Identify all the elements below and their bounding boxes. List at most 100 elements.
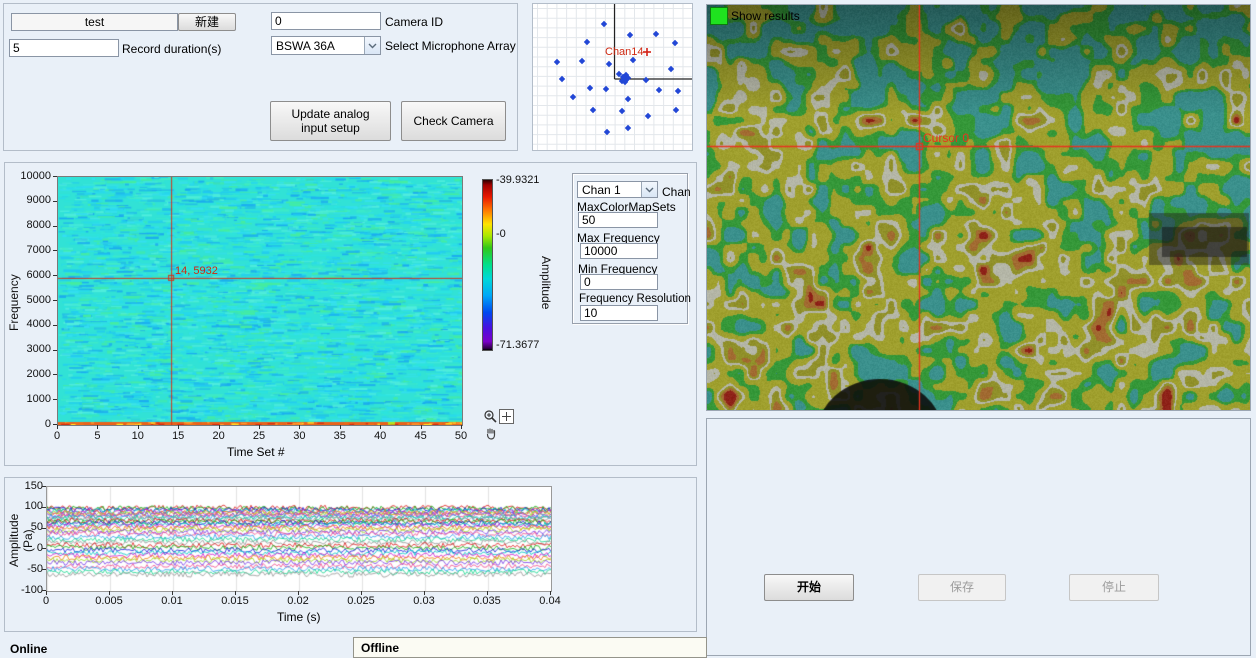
waveform-panel: Amplitude (Pa) Time (s) 150100500-50-100… (4, 477, 697, 632)
camera-cursor-label: Cursor 0 (923, 131, 969, 145)
waveform-plot[interactable] (46, 486, 552, 592)
spectrogram-x-tick: 40 (368, 430, 392, 442)
spectrogram-y-tick: 1000 (15, 393, 51, 405)
start-button[interactable]: 开始 (764, 574, 854, 601)
tick-mark (53, 325, 57, 326)
acquisition-control-panel: 开始 保存 停止 (706, 418, 1251, 656)
tick-mark (138, 425, 139, 429)
max-frequency-field[interactable] (580, 243, 658, 259)
cursor-tool-icon[interactable] (499, 409, 514, 424)
spectrogram-plot[interactable] (57, 176, 463, 426)
online-status-label: Online (10, 642, 47, 656)
spectrogram-panel: Frequency 14, 5932 Time Set # -39.9321 -… (4, 162, 697, 466)
show-results-indicator[interactable] (710, 7, 728, 25)
zoom-tool-icon[interactable] (483, 409, 498, 427)
waveform-y-tick: 100 (11, 500, 43, 512)
spectrogram-y-tick: 2000 (15, 368, 51, 380)
tick-mark (109, 591, 110, 595)
tick-mark (235, 591, 236, 595)
tick-mark (53, 350, 57, 351)
waveform-y-tick: -50 (11, 563, 43, 575)
min-frequency-field[interactable] (580, 274, 658, 290)
tick-mark (42, 486, 46, 487)
mic-array-plot[interactable]: Chan14 (532, 3, 693, 151)
spectrogram-y-tick: 10000 (15, 170, 51, 182)
spectrogram-cursor-label: 14, 5932 (175, 265, 218, 277)
tick-mark (178, 425, 179, 429)
mic-array-scatter (533, 4, 692, 150)
waveform-y-tick: -100 (11, 584, 43, 596)
spectrogram-y-tick: 3000 (15, 343, 51, 355)
tick-mark (421, 425, 422, 429)
mic-array-value: BSWA 36A (272, 39, 364, 53)
tick-mark (42, 528, 46, 529)
pan-hand-tool-icon[interactable] (483, 426, 498, 444)
tick-mark (53, 250, 57, 251)
tick-mark (380, 425, 381, 429)
acoustic-overlay-image[interactable] (707, 5, 1250, 410)
tick-mark (259, 425, 260, 429)
tick-mark (42, 569, 46, 570)
spectrogram-y-tick: 0 (15, 418, 51, 430)
offline-status-label: Offline (361, 641, 399, 655)
camera-id-field[interactable] (271, 12, 381, 30)
spectrogram-y-tick: 7000 (15, 244, 51, 256)
waveform-x-tick: 0.015 (213, 595, 257, 607)
tick-mark (298, 591, 299, 595)
spectrogram-x-tick: 30 (287, 430, 311, 442)
record-duration-label: Record duration(s) (122, 42, 221, 56)
waveform-x-tick: 0.02 (276, 595, 320, 607)
stop-button[interactable]: 停止 (1069, 574, 1159, 601)
spectrogram-x-tick: 50 (449, 430, 473, 442)
spectrogram-x-tick: 45 (409, 430, 433, 442)
chevron-down-icon (364, 37, 380, 54)
tick-mark (53, 275, 57, 276)
max-colormap-field[interactable] (578, 212, 658, 228)
chan-label: Chan (662, 185, 691, 199)
chevron-down-icon (641, 182, 657, 197)
colorbar-title: Amplitude (539, 233, 553, 333)
tick-mark (53, 399, 57, 400)
waveform-x-tick: 0.025 (339, 595, 383, 607)
mic-array-dropdown[interactable]: BSWA 36A (271, 36, 381, 55)
check-camera-button[interactable]: Check Camera (401, 101, 506, 141)
new-session-button[interactable]: 新建 (178, 13, 236, 31)
waveform-x-tick: 0.04 (528, 595, 572, 607)
tick-mark (57, 425, 58, 429)
analysis-controls-group: Chan 1 Chan MaxColorMapSets Max Frequenc… (572, 173, 688, 324)
spectrogram-x-tick: 20 (207, 430, 231, 442)
session-name-field[interactable] (11, 13, 178, 31)
chan-dropdown[interactable]: Chan 1 (577, 181, 658, 198)
tick-mark (487, 591, 488, 595)
spectrogram-x-tick: 35 (328, 430, 352, 442)
spectrogram-y-tick: 9000 (15, 194, 51, 206)
tick-mark (461, 425, 462, 429)
spectrogram-x-tick: 0 (45, 430, 69, 442)
camera-id-label: Camera ID (385, 15, 443, 29)
camera-view-panel[interactable]: Show results Cursor 0 (706, 4, 1251, 411)
tick-mark (550, 591, 551, 595)
acoustic-camera-app: { "setup_panel": { "session_name": "test… (0, 0, 1256, 658)
tick-mark (299, 425, 300, 429)
tick-mark (53, 176, 57, 177)
waveform-y-tick: 50 (11, 521, 43, 533)
tick-mark (42, 548, 46, 549)
waveform-x-tick: 0.005 (87, 595, 131, 607)
tick-mark (340, 425, 341, 429)
waveform-x-tick: 0 (24, 595, 68, 607)
record-duration-field[interactable] (9, 39, 119, 57)
spectrogram-y-tick: 5000 (15, 294, 51, 306)
tick-mark (42, 507, 46, 508)
tick-mark (97, 425, 98, 429)
waveform-y-tick: 150 (11, 480, 43, 492)
tick-mark (53, 201, 57, 202)
colorbar-mid-label: -0 (496, 228, 506, 240)
tick-mark (53, 300, 57, 301)
amplitude-colorbar (482, 179, 493, 351)
update-analog-input-button[interactable]: Update analog input setup (270, 101, 391, 141)
spectrogram-y-tick: 4000 (15, 318, 51, 330)
save-button[interactable]: 保存 (918, 574, 1006, 601)
frequency-resolution-field[interactable] (580, 305, 658, 321)
waveform-x-tick: 0.03 (402, 595, 446, 607)
spectrogram-y-tick: 6000 (15, 269, 51, 281)
